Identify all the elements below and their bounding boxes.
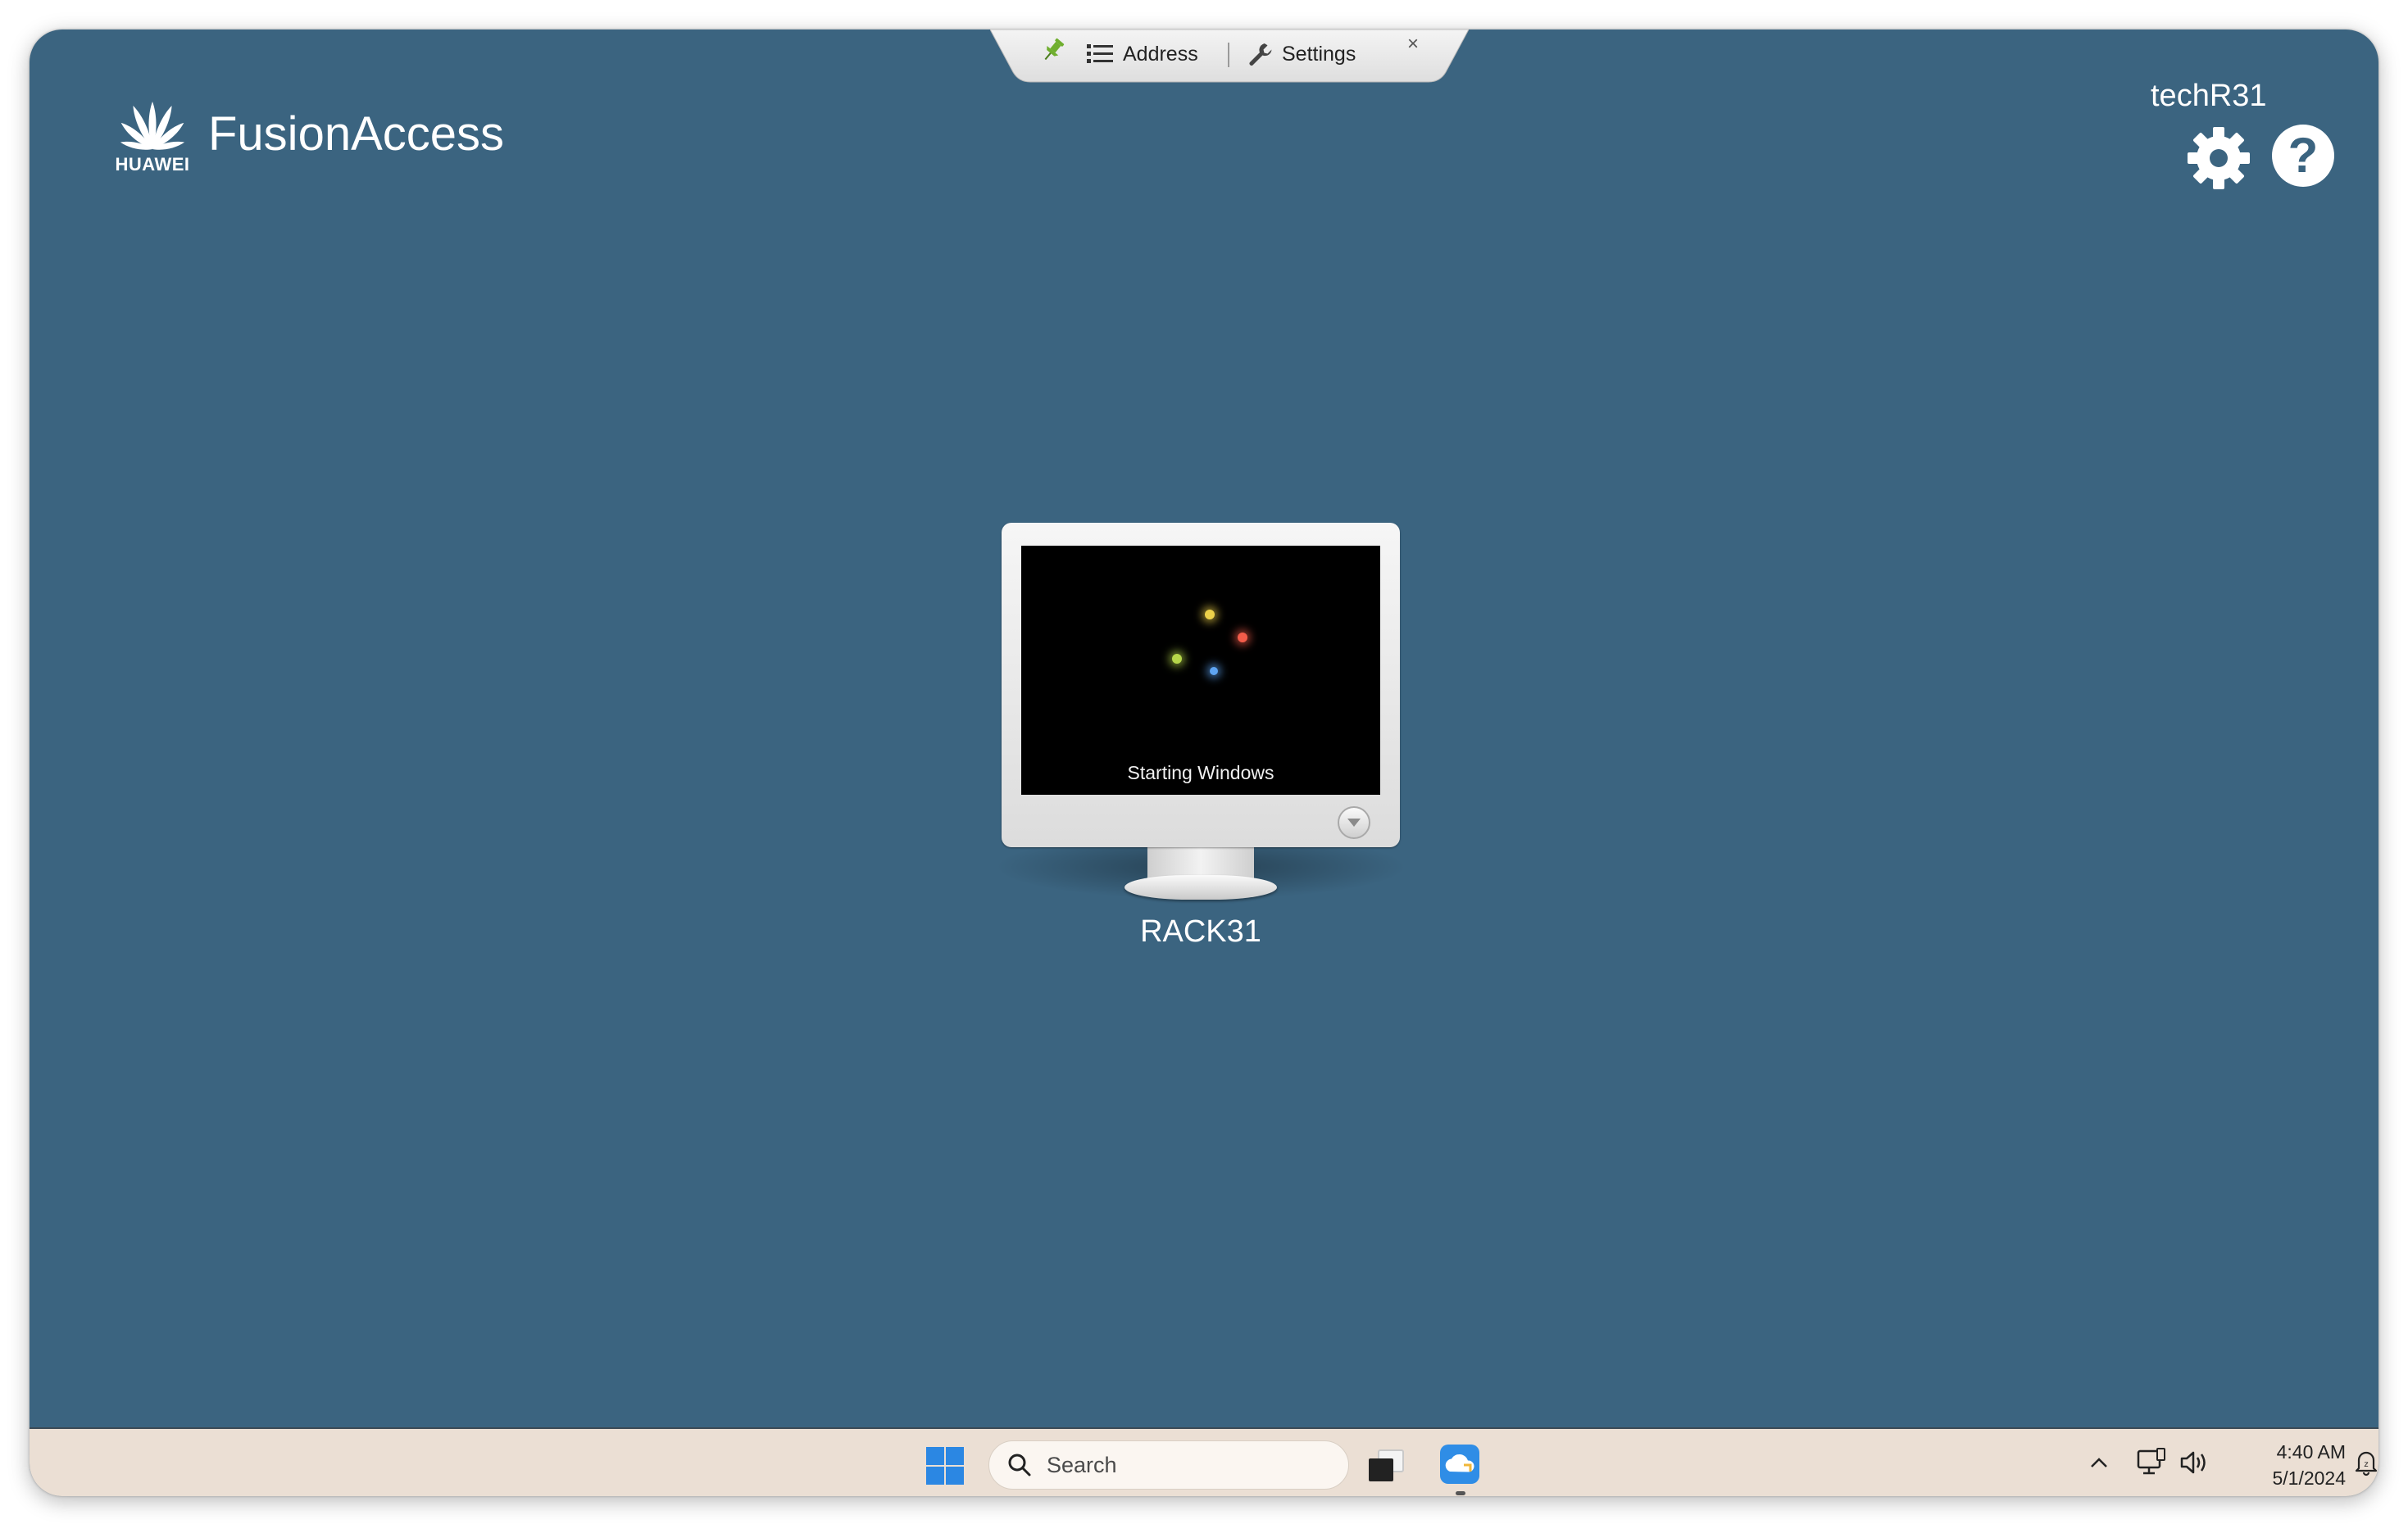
fusionaccess-window: Address Settings × HUAWEI FusionAccess t… bbox=[30, 29, 2378, 1496]
pin-icon[interactable] bbox=[1039, 36, 1067, 64]
chevron-up-icon[interactable] bbox=[2087, 1450, 2111, 1475]
monitor-frame: Starting Windows bbox=[1002, 523, 1400, 847]
network-icon[interactable] bbox=[2136, 1447, 2167, 1478]
windows-start-icon[interactable] bbox=[926, 1447, 964, 1485]
triangle-down-icon bbox=[1347, 819, 1361, 827]
taskbar: Search 4:40 AM 5/1/2024 z bbox=[30, 1427, 2378, 1496]
volume-icon[interactable] bbox=[2179, 1447, 2211, 1478]
taskbar-clock[interactable]: 4:40 AM 5/1/2024 bbox=[2223, 1439, 2346, 1491]
search-placeholder: Search bbox=[1047, 1452, 1117, 1477]
address-label: Address bbox=[1123, 42, 1198, 66]
question-mark-icon: ? bbox=[2288, 128, 2319, 183]
notification-bell-icon[interactable]: z bbox=[2354, 1449, 2378, 1476]
toolbar-close-button[interactable]: × bbox=[1402, 33, 1424, 56]
session-toolbar: Address Settings × bbox=[990, 29, 1469, 84]
taskbar-search[interactable]: Search bbox=[988, 1440, 1349, 1490]
boot-dot-green bbox=[1172, 654, 1182, 664]
boot-dot-yellow bbox=[1205, 610, 1215, 619]
clock-time: 4:40 AM bbox=[2276, 1441, 2346, 1463]
app-running-indicator bbox=[1456, 1491, 1465, 1495]
desktop-tile[interactable]: Starting Windows RACK31 bbox=[993, 523, 1408, 950]
desktop-menu-button[interactable] bbox=[1338, 806, 1370, 839]
settings-button[interactable]: Settings bbox=[1247, 38, 1356, 70]
help-button[interactable]: ? bbox=[2272, 125, 2334, 187]
clock-date: 5/1/2024 bbox=[2272, 1467, 2346, 1489]
settings-label: Settings bbox=[1282, 42, 1356, 66]
list-icon bbox=[1087, 44, 1113, 63]
product-name: FusionAccess bbox=[208, 107, 505, 161]
fusionaccess-app-icon[interactable] bbox=[1439, 1444, 1480, 1485]
task-view-icon[interactable] bbox=[1367, 1447, 1406, 1485]
address-button[interactable]: Address bbox=[1087, 38, 1198, 70]
svg-text:z: z bbox=[2364, 1460, 2368, 1469]
search-icon bbox=[1008, 1454, 1031, 1476]
boot-dot-blue bbox=[1210, 667, 1218, 675]
username: techR31 bbox=[2151, 79, 2267, 113]
desktop-name: RACK31 bbox=[1140, 914, 1261, 949]
boot-dot-red bbox=[1238, 633, 1247, 642]
close-icon: × bbox=[1406, 33, 1419, 55]
huawei-wordmark: HUAWEI bbox=[115, 154, 190, 175]
desktop-screen-preview[interactable]: Starting Windows bbox=[1021, 546, 1380, 795]
gear-icon[interactable] bbox=[2185, 125, 2252, 192]
monitor-base bbox=[1124, 875, 1277, 900]
toolbar-divider bbox=[1228, 43, 1229, 67]
wrench-icon bbox=[1249, 43, 1272, 66]
desktop-status: Starting Windows bbox=[1127, 762, 1274, 783]
